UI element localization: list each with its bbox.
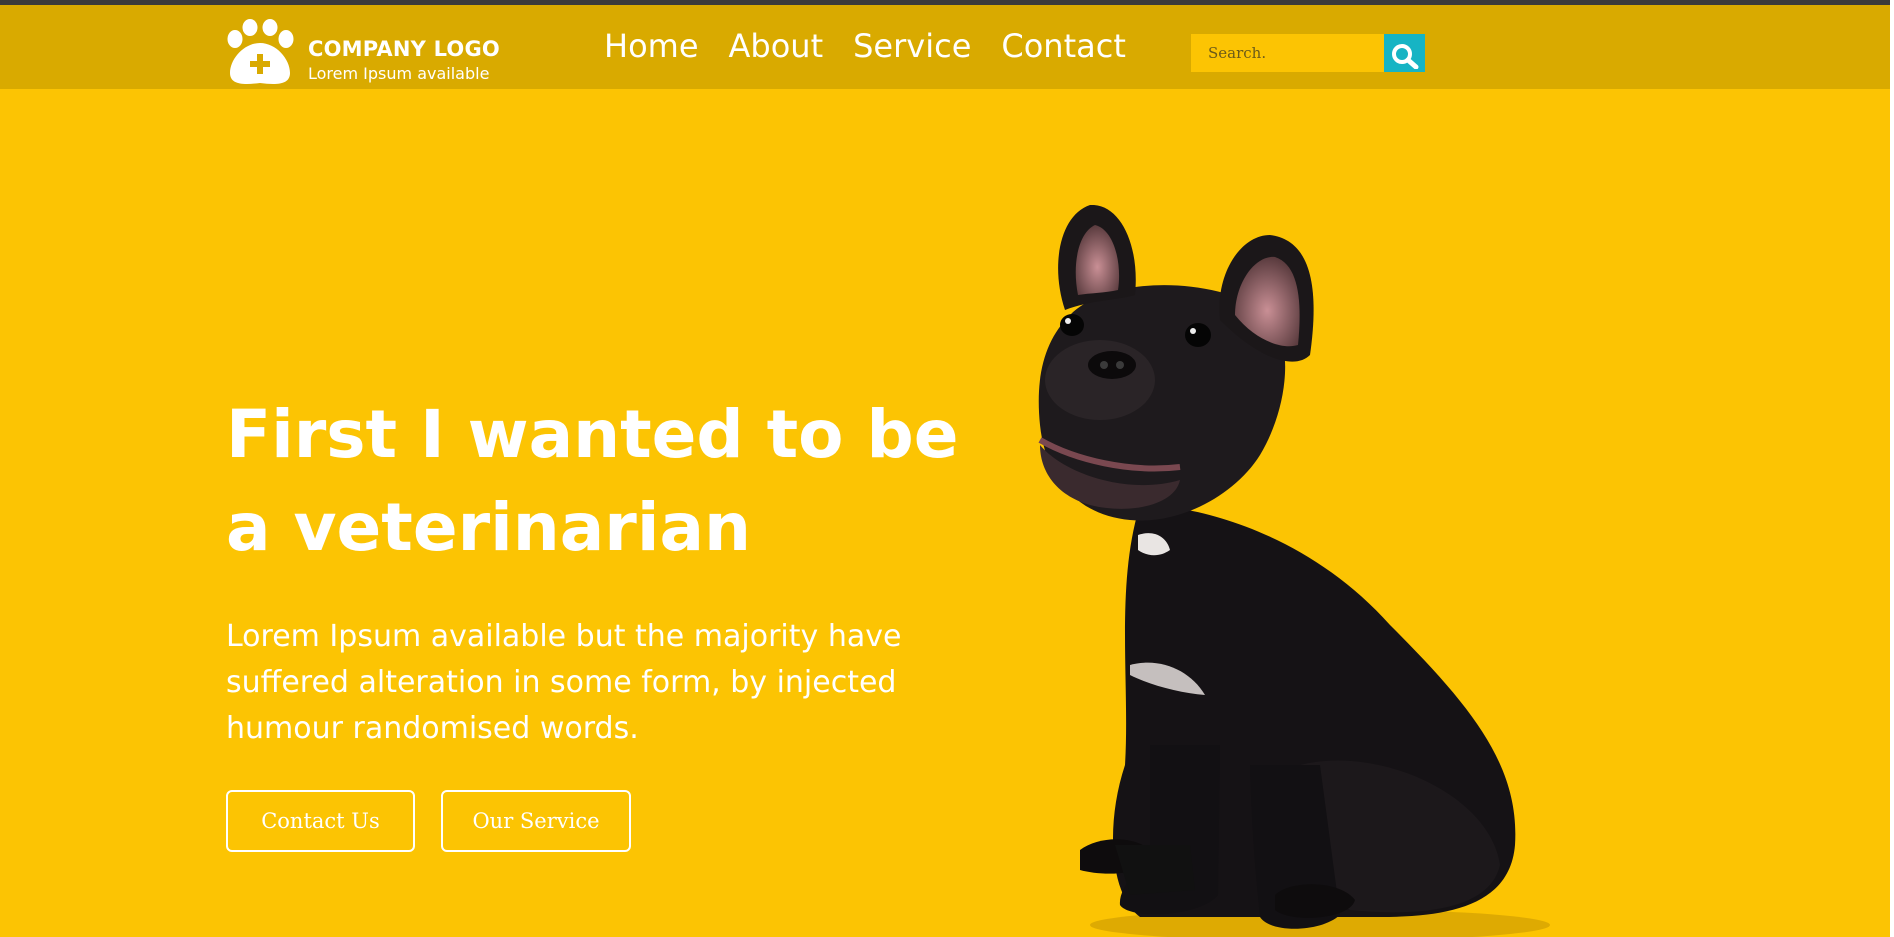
- french-bulldog-image: [1038, 205, 1550, 937]
- hero-description: Lorem Ipsum available but the majority h…: [226, 619, 902, 746]
- our-service-button[interactable]: Our Service: [441, 790, 631, 852]
- nav-home[interactable]: Home: [604, 27, 699, 65]
- logo-title: COMPANY LOGO: [308, 37, 500, 61]
- search-button[interactable]: [1384, 34, 1425, 72]
- contact-us-button[interactable]: Contact Us: [226, 790, 415, 852]
- scrollbar[interactable]: [1890, 0, 1894, 937]
- hero-title-line-1: First I wanted to be: [226, 396, 959, 473]
- company-logo[interactable]: COMPANY LOGO Lorem Ipsum available: [226, 19, 516, 89]
- search-input[interactable]: [1191, 34, 1384, 72]
- main-nav: Home About Service Contact: [604, 27, 1126, 65]
- site-header: COMPANY LOGO Lorem Ipsum available Home …: [0, 5, 1890, 89]
- hero-title: First I wanted to be a veterinarian: [226, 388, 959, 574]
- logo-tagline: Lorem Ipsum available: [308, 64, 490, 83]
- nav-service[interactable]: Service: [853, 27, 971, 65]
- hero-title-line-2: a veterinarian: [226, 489, 752, 566]
- nav-contact[interactable]: Contact: [1001, 27, 1126, 65]
- paw-plus-icon: [227, 19, 294, 84]
- search-icon: [1391, 44, 1418, 69]
- nav-about[interactable]: About: [729, 27, 824, 65]
